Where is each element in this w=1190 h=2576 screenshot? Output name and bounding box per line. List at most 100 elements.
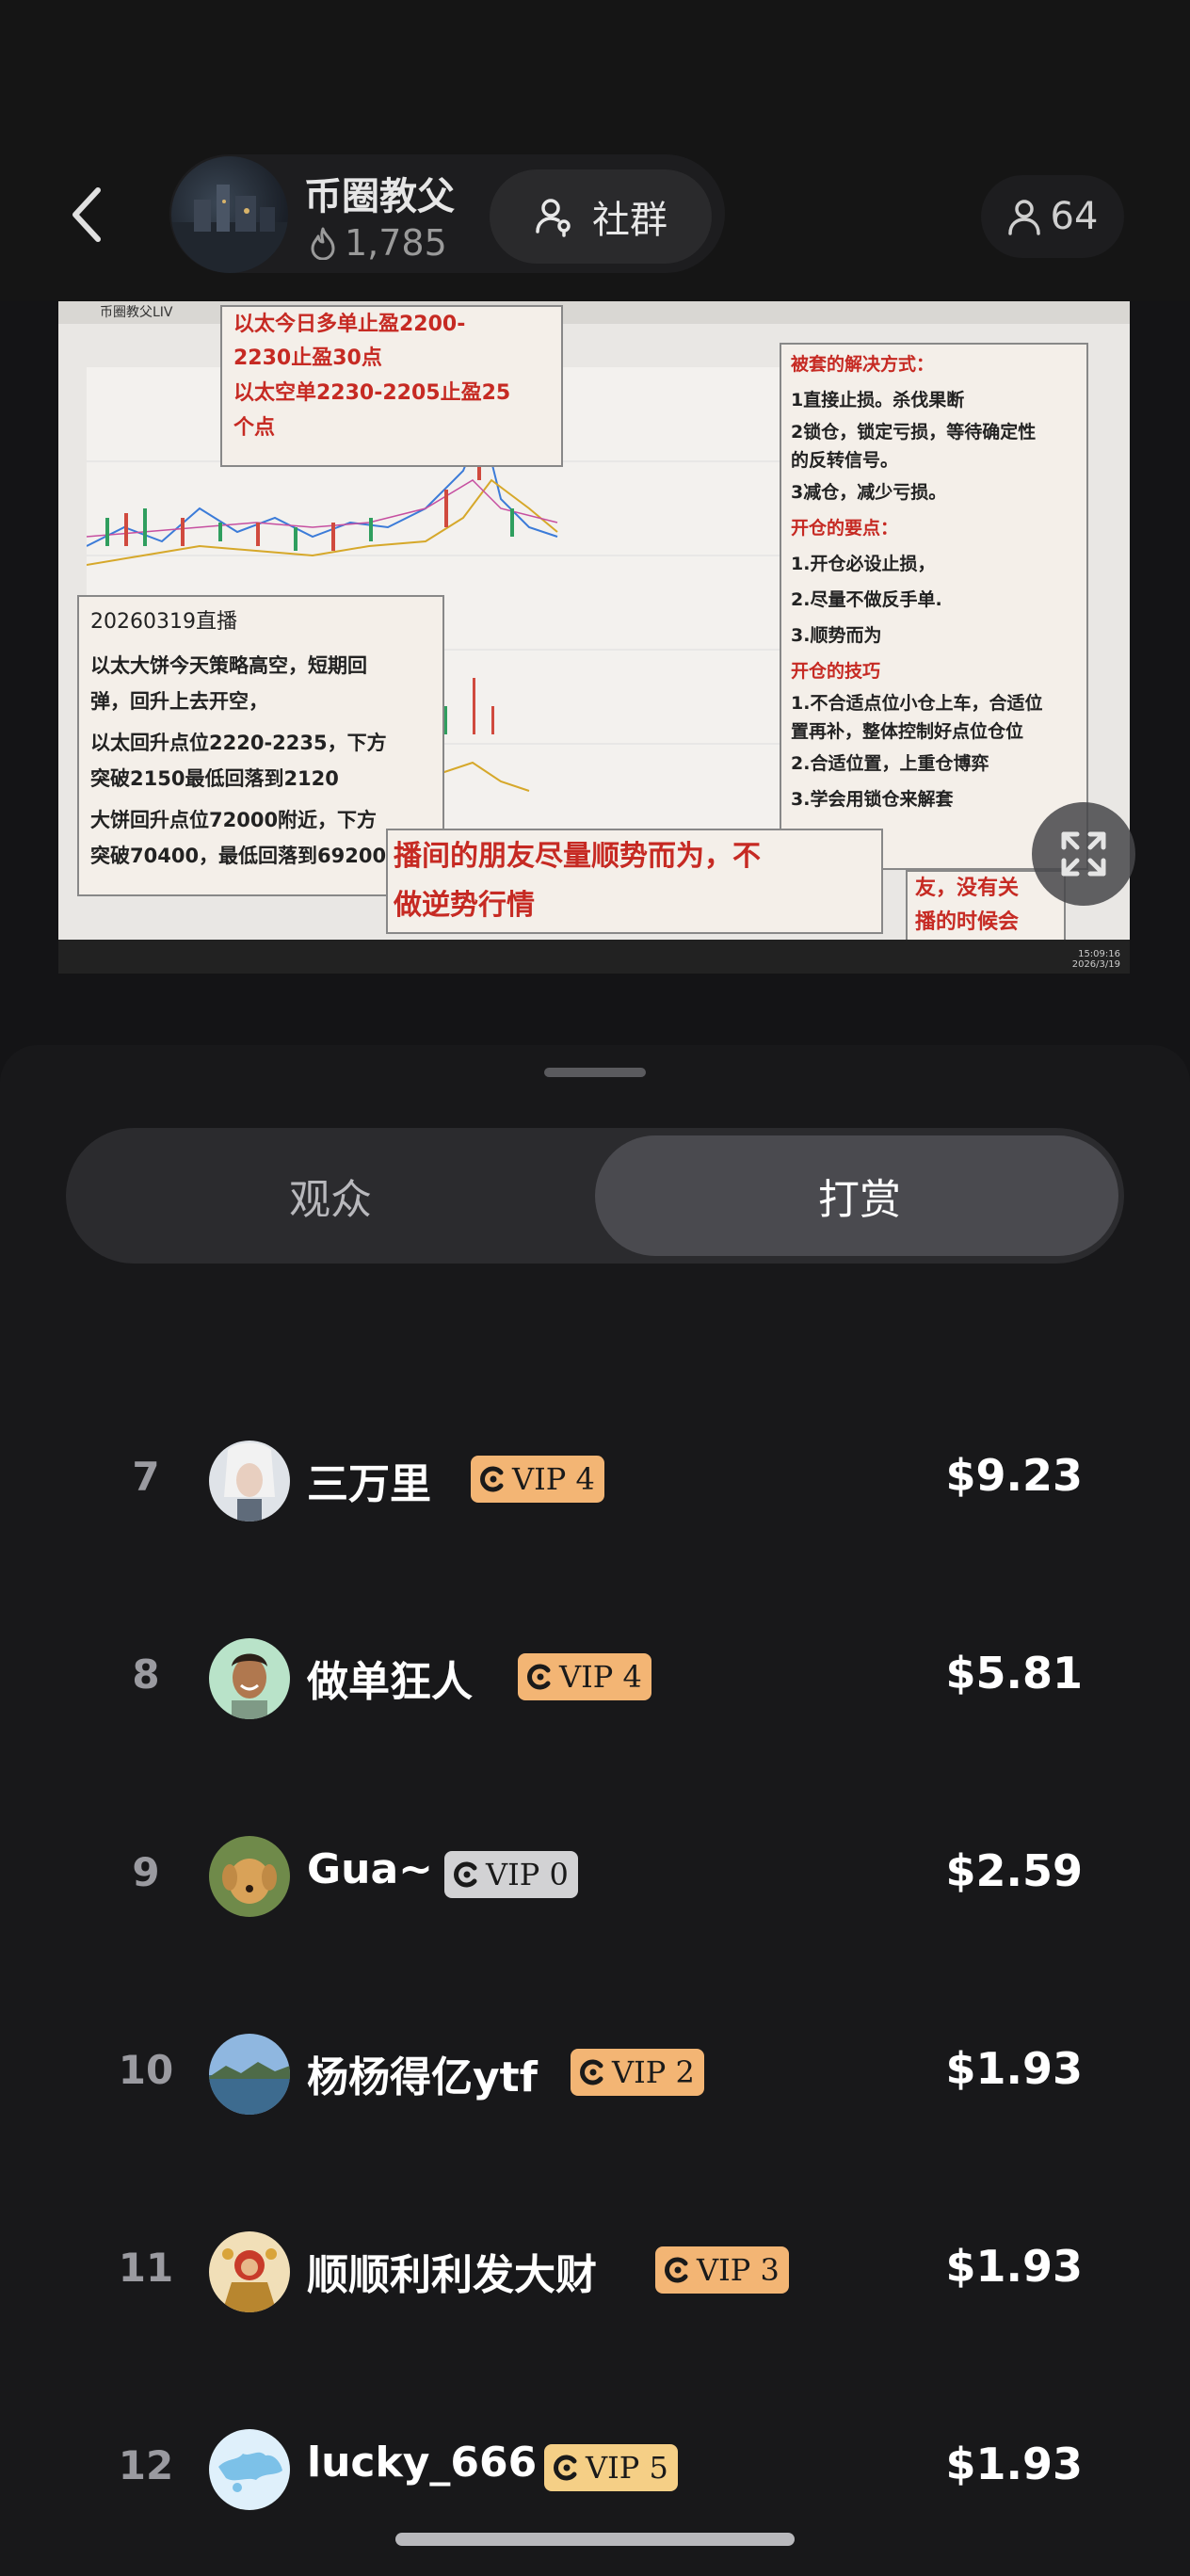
username: 三万里 [307,1460,431,1508]
tip-amount: $9.23 [945,1450,1083,1501]
vip-badge: VIP 2 [571,2049,704,2096]
username: 做单狂人 [307,1658,473,1706]
note-right-l6: 3.顺势而为 [791,625,882,646]
vip-logo-icon [554,2455,577,2481]
note-right-l5: 2.尽量不做反手单. [791,589,942,610]
vip-badge: VIP 0 [444,1851,578,1898]
tip-amount: $1.93 [945,2241,1083,2292]
note-bottom-line2: 做逆势行情 [394,889,535,922]
username: 杨杨得亿ytf [307,2053,538,2101]
rank-number: 8 [132,1651,160,1698]
list-item[interactable]: 8 做单狂人 VIP 4 $5.81 [0,1621,1190,1734]
fullscreen-button[interactable] [1032,802,1135,906]
note-right-l1: 1直接止损。杀伐果断 [791,390,965,411]
vip-level: VIP 4 [559,1659,642,1695]
note-right-h2: 开仓的要点： [791,518,899,539]
username: 顺顺利利发大财 [307,2251,597,2299]
note-top-line2: 2230止盈30点 [233,346,382,370]
note-top-line4: 个点 [233,416,276,440]
avatar[interactable] [209,2231,290,2312]
note-right: 被套的解决方式： 1直接止损。杀伐果断 2锁仓，锁定亏损，等待确定性 的反转信号… [780,343,1088,870]
note-right-l7a: 1.不合适点位小仓上车，合适位 [791,693,1043,714]
note-top-line1: 以太今日多单止盈2200- [233,313,466,336]
home-indicator[interactable] [395,2533,795,2546]
avatar[interactable] [209,2034,290,2115]
tip-amount: $5.81 [945,1648,1083,1699]
vip-level: VIP 3 [697,2252,780,2288]
note-left-p1b: 弹，回升上去开空， [90,690,268,713]
host-name: 币圈教父 [304,175,455,218]
vip-logo-icon [527,1664,551,1690]
username: Gua~ [307,1845,433,1893]
viewer-count-pill[interactable]: 64 [981,175,1124,258]
sheet-drag-handle[interactable] [544,1068,646,1077]
stream-window-title: 币圈教父LIV [58,301,1130,324]
note-left-p3b: 突破70400，最低回落到69200 [90,845,387,867]
note-right-l8: 2.合适位置，上重仓博弈 [791,753,989,774]
stream-clock: 15:09:16 2026/3/19 [1071,949,1120,970]
viewer-count: 64 [1050,195,1099,238]
username: lucky_666 [307,2439,538,2487]
note-corner-line2: 播的时候会 [915,910,1020,934]
tab-viewers-label: 观众 [289,1176,372,1224]
note-left-p2b: 突破2150最低回落到2120 [90,767,339,790]
note-right-l2b: 的反转信号。 [791,450,899,471]
note-top-line3: 以太空单2230-2205止盈25 [233,381,511,405]
vip-logo-icon [665,2257,688,2283]
avatar[interactable] [209,2429,290,2510]
rank-number: 7 [132,1454,160,1500]
tab-viewers[interactable]: 观众 [66,1128,595,1264]
person-icon [1007,200,1040,235]
vip-badge: VIP 4 [518,1653,651,1700]
vip-logo-icon [580,2059,603,2085]
tip-amount: $1.93 [945,2043,1083,2094]
avatar[interactable] [209,1638,290,1719]
note-left-title: 20260319直播 [90,610,237,634]
avatar[interactable] [209,1441,290,1521]
fullscreen-icon [1061,831,1106,877]
vip-badge: VIP 4 [471,1456,604,1503]
list-item[interactable]: 11 顺顺利利发大财 VIP 3 $1.93 [0,2214,1190,2327]
user-group-icon [536,199,571,237]
note-bottom: 播间的朋友尽量顺势而为，不 做逆势行情 [386,829,883,934]
note-left-p1a: 以太大饼今天策略高空，短期回 [90,654,367,677]
vip-logo-icon [480,1466,504,1492]
list-item[interactable]: 7 三万里 VIP 4 $9.23 [0,1424,1190,1537]
note-bottom-line1: 播间的朋友尽量顺势而为，不 [394,840,761,873]
ranking-sheet: 观众 打赏 [0,1045,1190,2576]
list-item[interactable]: 9 Gua~ VIP 0 $2.59 [0,1819,1190,1932]
rank-number: 10 [118,2047,174,2093]
stream-video[interactable]: 币圈教父LIV 以太今日多单止盈2200- 2230止盈30点 以太空单2230… [58,301,1130,974]
note-right-h1: 被套的解决方式： [791,354,935,375]
list-item[interactable]: 12 lucky_666 VIP 5 $1.93 [0,2412,1190,2525]
chevron-left-icon [72,187,101,242]
tip-amount: $1.93 [945,2439,1083,2489]
stream-taskbar [58,940,1130,974]
note-right-l7b: 置再补，整体控制好点位仓位 [791,721,1024,742]
host-avatar[interactable] [171,156,288,273]
rank-number: 9 [132,1849,160,1895]
back-button[interactable] [68,177,105,252]
note-left-p3a: 大饼回升点位72000附近，下方 [90,809,378,831]
host-likes: 1,785 [309,222,447,264]
tab-tips[interactable]: 打赏 [595,1128,1124,1264]
rank-number: 11 [118,2245,174,2291]
community-button[interactable]: 社群 [490,169,712,264]
note-right-h3: 开仓的技巧 [791,661,881,682]
vip-logo-icon [454,1861,477,1888]
note-top: 以太今日多单止盈2200- 2230止盈30点 以太空单2230-2205止盈2… [220,305,563,467]
community-label: 社群 [592,199,667,242]
note-right-l3: 3减仓，减少亏损。 [791,482,947,503]
avatar[interactable] [209,1836,290,1917]
note-right-l2a: 2锁仓，锁定亏损，等待确定性 [791,422,1037,443]
vip-level: VIP 2 [612,2054,695,2090]
vip-level: VIP 5 [586,2450,668,2486]
tab-tips-label: 打赏 [818,1176,901,1224]
vip-badge: VIP 5 [544,2444,678,2491]
vip-level: VIP 0 [486,1857,569,1892]
note-right-l4: 1.开仓必设止损， [791,554,936,574]
note-left-p2a: 以太回升点位2220-2235，下方 [90,732,387,754]
list-item[interactable]: 10 杨杨得亿ytf VIP 2 $1.93 [0,2017,1190,2130]
rank-number: 12 [118,2442,174,2488]
vip-level: VIP 4 [512,1461,595,1497]
